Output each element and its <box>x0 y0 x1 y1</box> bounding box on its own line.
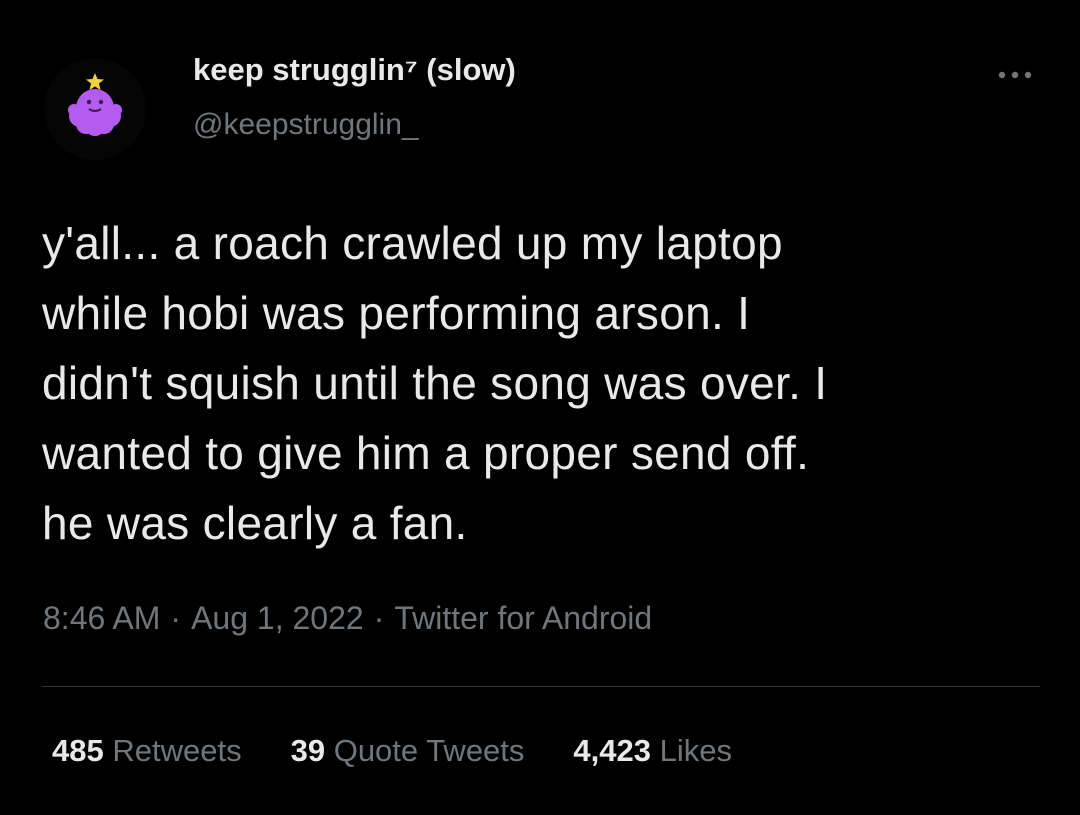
tweet: keep strugglin⁷ (slow) @keepstrugglin_ y… <box>0 0 1080 815</box>
engagement-stats: 485 Retweets 39 Quote Tweets 4,423 Likes <box>52 733 781 769</box>
retweets-stat[interactable]: 485 Retweets <box>52 733 242 769</box>
user-handle[interactable]: @keepstrugglin_ <box>193 108 419 142</box>
likes-label: Likes <box>659 733 732 768</box>
likes-count: 4,423 <box>573 733 651 768</box>
tweet-date[interactable]: Aug 1, 2022 <box>191 600 364 636</box>
more-options-icon <box>998 71 1032 79</box>
display-name[interactable]: keep strugglin⁷ (slow) <box>193 52 516 88</box>
meta-separator: · <box>170 600 182 636</box>
quote-tweets-count: 39 <box>290 733 326 768</box>
quote-tweets-label: Quote Tweets <box>333 733 525 768</box>
more-options-button[interactable] <box>993 60 1037 90</box>
tweet-time[interactable]: 8:46 AM <box>43 600 160 636</box>
retweets-label: Retweets <box>112 733 242 768</box>
divider <box>42 686 1040 687</box>
quote-tweets-stat[interactable]: 39 Quote Tweets <box>291 733 525 769</box>
avatar[interactable] <box>44 58 146 160</box>
tweet-text: y'all... a roach crawled up my laptop wh… <box>42 217 828 549</box>
likes-stat[interactable]: 4,423 Likes <box>573 733 732 769</box>
lumpy-space-princess-icon <box>68 73 122 136</box>
tweet-metadata: 8:46 AM · Aug 1, 2022 · Twitter for Android <box>43 600 652 637</box>
tweet-source[interactable]: Twitter for Android <box>394 600 652 636</box>
meta-separator: · <box>373 600 385 636</box>
retweets-count: 485 <box>52 733 104 768</box>
